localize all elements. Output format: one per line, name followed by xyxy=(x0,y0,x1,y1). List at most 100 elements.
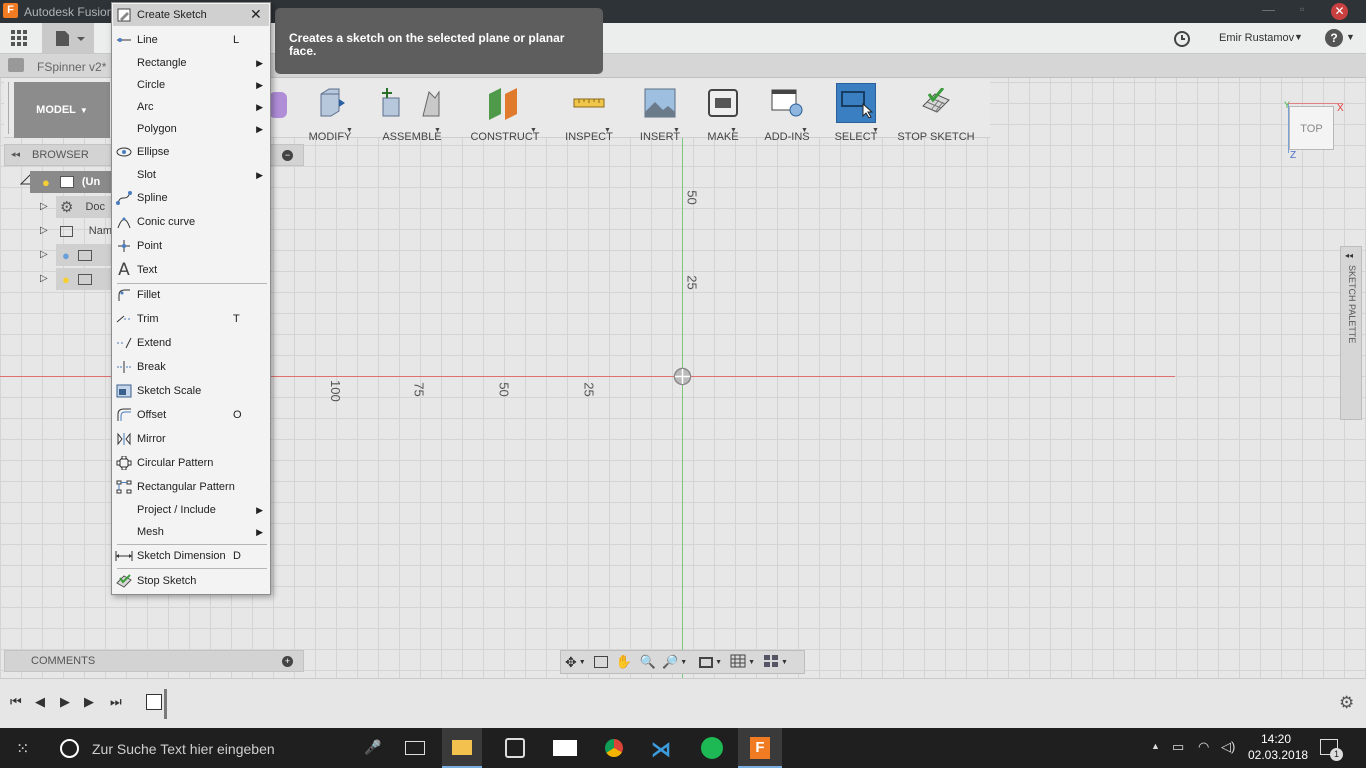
menu-item-offset[interactable]: Offset O xyxy=(113,404,269,426)
inspect-group[interactable]: INSPECT xyxy=(559,84,619,143)
modify-dropdown-icon[interactable]: ▼ xyxy=(346,127,353,134)
construct-dropdown-icon[interactable]: ▼ xyxy=(530,127,537,134)
display-dropdown-icon[interactable]: ▼ xyxy=(715,659,722,666)
help-dropdown-icon[interactable]: ▼ xyxy=(1346,32,1355,42)
construct-group[interactable]: CONSTRUCT xyxy=(464,84,546,143)
menu-item-slot[interactable]: Slot ▶ xyxy=(113,164,269,186)
menu-item-circular-pattern[interactable]: Circular Pattern xyxy=(113,452,269,474)
file-explorer-taskbar-icon[interactable] xyxy=(442,728,482,768)
wifi-icon[interactable]: ◠ xyxy=(1198,739,1209,755)
expand-document-settings-icon[interactable]: ▷ xyxy=(40,201,48,212)
viewcube-top-face[interactable]: TOP xyxy=(1289,106,1334,150)
select-group[interactable]: SELECT xyxy=(828,83,884,143)
workspace-switcher[interactable]: MODEL ▼ xyxy=(14,82,110,138)
minimize-button[interactable]: — xyxy=(1262,2,1275,17)
store-taskbar-icon[interactable] xyxy=(505,738,525,758)
collapse-browser-icon[interactable]: ◂◂ xyxy=(11,149,20,160)
play-icon[interactable]: ▶ xyxy=(60,694,70,710)
modify-group[interactable]: MODIFY xyxy=(302,84,358,143)
taskbar-search-input[interactable]: Zur Suche Text hier eingeben xyxy=(92,741,275,757)
spotify-taskbar-icon[interactable] xyxy=(701,737,723,759)
microphone-icon[interactable]: 🎤 xyxy=(364,739,381,756)
help-icon[interactable]: ? xyxy=(1325,29,1343,47)
cortana-icon[interactable] xyxy=(60,739,79,758)
vscode-taskbar-icon[interactable]: ⋊ xyxy=(651,737,673,761)
inspect-dropdown-icon[interactable]: ▼ xyxy=(604,127,611,134)
grid-dropdown-icon[interactable]: ▼ xyxy=(748,659,755,666)
maximize-button[interactable]: ▫ xyxy=(1300,2,1304,16)
close-menu-icon[interactable]: ✕ xyxy=(250,6,262,23)
menu-item-text[interactable]: A Text xyxy=(113,259,269,281)
job-status-clock-icon[interactable] xyxy=(1172,29,1192,49)
named-views-row[interactable]: Nam xyxy=(56,220,112,242)
sketches-row[interactable]: ● xyxy=(56,268,112,290)
document-settings-row[interactable]: ⚙ Doc xyxy=(56,196,112,218)
menu-item-rectangle[interactable]: Rectangle ▶ xyxy=(113,52,269,74)
orbit-icon[interactable]: ✥ xyxy=(565,654,577,671)
mail-taskbar-icon[interactable] xyxy=(553,740,577,756)
menu-item-polygon[interactable]: Polygon ▶ xyxy=(113,118,269,140)
menu-item-circle[interactable]: Circle ▶ xyxy=(113,74,269,96)
menu-item-conic-curve[interactable]: Conic curve xyxy=(113,211,269,233)
origin-row[interactable]: ● xyxy=(56,244,112,266)
menu-item-mirror[interactable]: Mirror xyxy=(113,428,269,450)
viewports-dropdown-icon[interactable]: ▼ xyxy=(781,659,788,666)
browser-minimize-icon[interactable]: − xyxy=(282,150,293,161)
menu-item-rectangular-pattern[interactable]: Rectangular Pattern xyxy=(113,476,269,498)
file-menu-button[interactable] xyxy=(42,23,94,53)
timeline-sketch-feature[interactable] xyxy=(146,694,162,710)
next-step-icon[interactable]: ▶ xyxy=(84,694,94,710)
make-group[interactable]: MAKE xyxy=(696,84,750,143)
select-dropdown-icon[interactable]: ▼ xyxy=(872,127,879,134)
add-comment-icon[interactable]: + xyxy=(282,656,293,667)
task-view-icon[interactable] xyxy=(405,741,425,755)
menu-item-stop-sketch[interactable]: Stop Sketch xyxy=(113,570,269,592)
clock-time[interactable]: 14:20 xyxy=(1261,732,1291,746)
menu-item-mesh[interactable]: Mesh ▶ xyxy=(113,521,269,543)
sketch-palette-tab[interactable]: ◂◂ SKETCH PALETTE xyxy=(1340,246,1362,420)
menu-item-ellipse[interactable]: Ellipse xyxy=(113,141,269,163)
pan-hand-icon[interactable]: ✋ xyxy=(616,654,632,670)
look-at-icon[interactable] xyxy=(593,656,608,668)
show-hidden-icons-icon[interactable]: ▲ xyxy=(1151,741,1160,751)
add-ins-dropdown-icon[interactable]: ▼ xyxy=(801,127,808,134)
expand-sketches-icon[interactable]: ▷ xyxy=(40,273,48,284)
menu-item-spline[interactable]: Spline xyxy=(113,187,269,209)
visibility-bulb-icon[interactable]: ● xyxy=(62,248,70,263)
add-ins-group[interactable]: ADD-INS xyxy=(756,84,818,143)
comments-header[interactable]: COMMENTS + xyxy=(4,650,304,672)
visibility-bulb-icon[interactable]: ● xyxy=(42,175,50,190)
menu-title-row[interactable]: Create Sketch ✕ xyxy=(113,4,269,26)
menu-item-point[interactable]: Point xyxy=(113,235,269,257)
battery-icon[interactable]: ▭ xyxy=(1172,739,1184,755)
menu-item-arc[interactable]: Arc ▶ xyxy=(113,96,269,118)
menu-item-project-include[interactable]: Project / Include ▶ xyxy=(113,499,269,521)
origin-point-icon[interactable] xyxy=(673,367,692,386)
fit-zoom-icon[interactable]: 🔎 xyxy=(662,654,678,670)
expand-origin-icon[interactable]: ▷ xyxy=(40,249,48,260)
chrome-taskbar-icon[interactable] xyxy=(603,737,625,759)
menu-item-sketch-scale[interactable]: Sketch Scale xyxy=(113,380,269,402)
expand-named-views-icon[interactable]: ▷ xyxy=(40,225,48,236)
insert-dropdown-icon[interactable]: ▼ xyxy=(673,127,680,134)
zoom-icon[interactable]: 🔍 xyxy=(640,654,656,670)
orbit-dropdown-icon[interactable]: ▼ xyxy=(579,659,586,666)
close-window-button[interactable]: ✕ xyxy=(1331,3,1348,20)
stop-sketch-group[interactable]: STOP SKETCH xyxy=(896,84,976,143)
root-expand-icon[interactable] xyxy=(19,172,32,185)
assemble-dropdown-icon[interactable]: ▼ xyxy=(434,127,441,134)
browser-root-row[interactable]: ● (Un xyxy=(30,171,112,193)
user-dropdown-icon[interactable]: ▼ xyxy=(1294,32,1303,42)
volume-icon[interactable]: ◁) xyxy=(1221,739,1235,755)
assemble-group[interactable]: ASSEMBLE xyxy=(372,84,452,143)
make-dropdown-icon[interactable]: ▼ xyxy=(730,127,737,134)
viewcube[interactable]: Y X Z TOP xyxy=(1284,100,1354,166)
expand-palette-icon[interactable]: ◂◂ xyxy=(1345,251,1353,260)
previous-step-icon[interactable]: ◀ xyxy=(35,694,45,710)
timeline-marker[interactable] xyxy=(164,689,167,719)
visibility-bulb-icon[interactable]: ● xyxy=(62,272,70,287)
menu-item-break[interactable]: Break xyxy=(113,356,269,378)
start-menu-icon[interactable]: ⁙ xyxy=(16,739,29,759)
menu-item-sketch-dimension[interactable]: Sketch Dimension D xyxy=(113,545,269,567)
first-step-icon[interactable]: ⏮ xyxy=(10,694,22,710)
